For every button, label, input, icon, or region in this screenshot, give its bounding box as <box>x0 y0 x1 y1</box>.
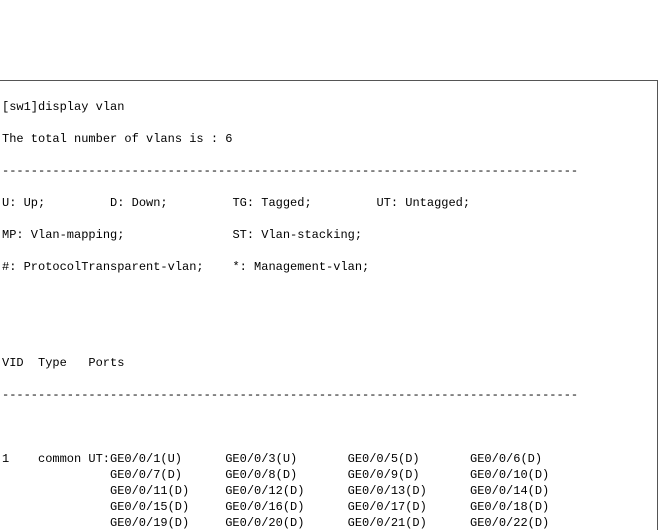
table-row: GE0/0/19(D)GE0/0/20(D)GE0/0/21(D)GE0/0/2… <box>2 515 657 530</box>
tag-cell: UT: <box>88 451 110 467</box>
column-header: VIDTypePorts <box>2 355 657 371</box>
blank-line <box>2 419 657 435</box>
port-cell: GE0/0/18(D) <box>470 499 556 515</box>
table-row: GE0/0/7(D)GE0/0/8(D)GE0/0/9(D)GE0/0/10(D… <box>2 467 657 483</box>
port-cell: GE0/0/19(D) <box>110 515 225 530</box>
blank-line <box>2 323 657 339</box>
port-cell: GE0/0/12(D) <box>225 483 347 499</box>
port-cell: GE0/0/13(D) <box>348 483 470 499</box>
col-vid: VID <box>2 355 38 371</box>
table-row: GE0/0/11(D)GE0/0/12(D)GE0/0/13(D)GE0/0/1… <box>2 483 657 499</box>
port-cell: GE0/0/9(D) <box>348 467 470 483</box>
prompt-line: [sw1]display vlan <box>2 99 657 115</box>
port-cell: GE0/0/5(D) <box>348 451 470 467</box>
col-type: Type <box>38 355 88 371</box>
legend-line-2: MP: Vlan-mapping; ST: Vlan-stacking; <box>2 227 657 243</box>
port-cell: GE0/0/15(D) <box>110 499 225 515</box>
blank-line <box>2 291 657 307</box>
port-cell: GE0/0/10(D) <box>470 467 556 483</box>
type-cell: common <box>38 451 88 467</box>
port-cell: GE0/0/7(D) <box>110 467 225 483</box>
port-cell: GE0/0/16(D) <box>225 499 347 515</box>
terminal-output: [sw1]display vlan The total number of vl… <box>0 80 658 530</box>
vlan-table-body: 1commonUT:GE0/0/1(U)GE0/0/3(U)GE0/0/5(D)… <box>2 451 657 530</box>
divider: ----------------------------------------… <box>2 387 657 403</box>
legend-line-3: #: ProtocolTransparent-vlan; *: Manageme… <box>2 259 657 275</box>
port-cell: GE0/0/17(D) <box>348 499 470 515</box>
port-cell: GE0/0/1(U) <box>110 451 225 467</box>
table-row: 1commonUT:GE0/0/1(U)GE0/0/3(U)GE0/0/5(D)… <box>2 451 657 467</box>
table-row: GE0/0/15(D)GE0/0/16(D)GE0/0/17(D)GE0/0/1… <box>2 499 657 515</box>
port-cell: GE0/0/21(D) <box>348 515 470 530</box>
port-cell: GE0/0/6(D) <box>470 451 556 467</box>
port-cell: GE0/0/20(D) <box>225 515 347 530</box>
summary-line: The total number of vlans is : 6 <box>2 131 657 147</box>
port-cell: GE0/0/8(D) <box>225 467 347 483</box>
port-cell: GE0/0/11(D) <box>110 483 225 499</box>
legend-line-1: U: Up; D: Down; TG: Tagged; UT: Untagged… <box>2 195 657 211</box>
port-cell: GE0/0/22(D) <box>470 515 556 530</box>
port-cell: GE0/0/14(D) <box>470 483 556 499</box>
divider: ----------------------------------------… <box>2 163 657 179</box>
port-cell: GE0/0/3(U) <box>225 451 347 467</box>
col-ports: Ports <box>88 356 124 370</box>
vid-cell: 1 <box>2 451 38 467</box>
